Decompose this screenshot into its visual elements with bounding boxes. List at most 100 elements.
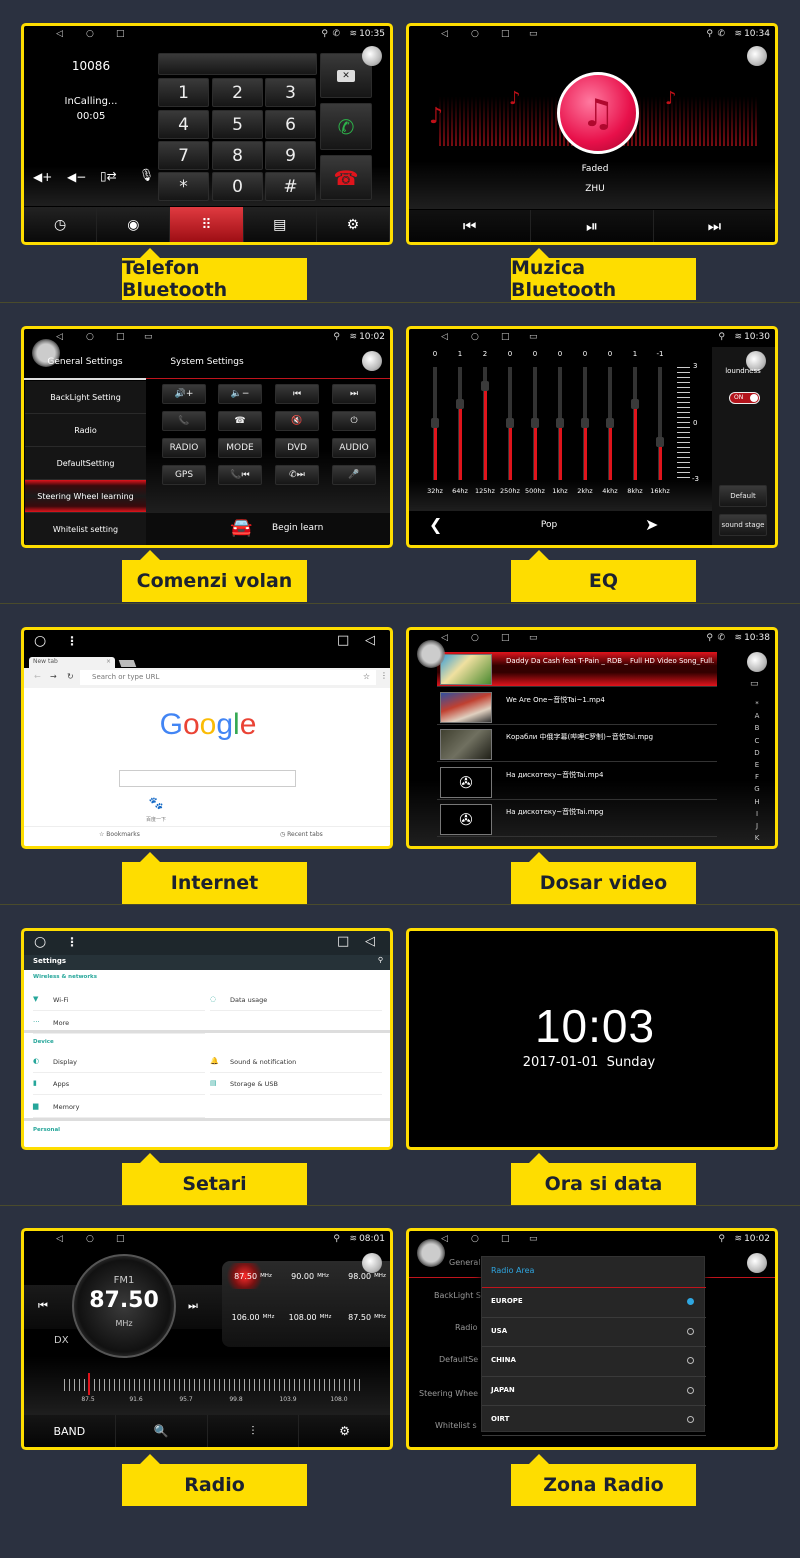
home-icon[interactable]: ○ — [86, 1234, 94, 1244]
phone-tab-call-log[interactable]: ▤ — [244, 207, 317, 242]
home-circle-icon[interactable]: ○ — [34, 633, 46, 649]
settings-item-storage-usb[interactable]: ▤ Storage & USB — [210, 1075, 382, 1095]
play-pause-button[interactable]: ⏯ — [530, 210, 654, 242]
radio-area-option[interactable]: EUROPE — [482, 1288, 706, 1318]
eq-slider-thumb[interactable] — [506, 418, 514, 429]
radio-area-option[interactable]: JAPAN — [482, 1377, 706, 1406]
new-tab-button[interactable] — [118, 660, 137, 667]
assistive-touch[interactable] — [747, 652, 767, 672]
radio-area-option[interactable]: CHINA — [482, 1347, 706, 1377]
steering-key-button[interactable]: ⏻ — [332, 411, 376, 431]
recents-icon[interactable]: □ — [116, 332, 125, 342]
settings-item-data-usage[interactable]: ◌ Data usage — [210, 991, 382, 1011]
radio-button[interactable] — [687, 1327, 694, 1335]
url-bar[interactable]: Search or type URL ☆ — [80, 670, 376, 685]
phone-switch-icon[interactable]: ▯⇄ — [100, 169, 117, 183]
phone-tab-contacts[interactable]: ◉ — [97, 207, 171, 242]
eq-slider-thumb[interactable] — [531, 418, 539, 429]
home-icon[interactable]: ○ — [471, 332, 479, 342]
video-list-item[interactable]: Daddy Da Cash feat T-Pain _ RDB _ Full H… — [437, 652, 717, 687]
menu-dots-icon[interactable]: ⋮ — [66, 935, 78, 949]
seek-forward-icon[interactable]: ⏭ — [188, 1299, 198, 1313]
tab-system-settings[interactable]: System Settings — [170, 357, 243, 367]
settings-menu-item[interactable]: BackLight Setting — [25, 381, 146, 414]
tuning-needle[interactable] — [88, 1373, 90, 1395]
recents-square-icon[interactable]: □ — [337, 934, 349, 949]
back-icon[interactable]: ◁ — [56, 29, 63, 39]
back-icon[interactable]: ◁ — [441, 29, 448, 39]
phone-tab-gear[interactable]: ⚙ — [317, 207, 390, 242]
call-button[interactable]: ✆ — [320, 103, 372, 150]
steering-key-button[interactable]: ⏭ — [332, 384, 376, 404]
keypad-key-button[interactable]: * — [158, 172, 209, 201]
home-icon[interactable]: ○ — [86, 332, 94, 342]
home-circle-icon[interactable]: ○ — [34, 934, 46, 950]
seek-back-icon[interactable]: ⏮ — [38, 1299, 48, 1313]
screenshot-icon[interactable]: ▭ — [529, 332, 538, 342]
settings-item-sound-notification[interactable]: 🔔 Sound & notification — [210, 1053, 382, 1073]
radio-button[interactable] — [687, 1357, 694, 1364]
alphabet-index-letter[interactable]: D — [754, 749, 759, 757]
keypad-key-button[interactable]: 4 — [158, 110, 209, 139]
radio-area-option[interactable]: USA — [482, 1318, 706, 1347]
default-button[interactable]: Default — [719, 485, 767, 507]
home-icon[interactable]: ○ — [471, 633, 479, 643]
previous-preset-arrow-icon[interactable]: ❮ — [429, 515, 442, 534]
home-icon[interactable]: ○ — [471, 1234, 479, 1244]
recents-icon[interactable]: □ — [116, 29, 125, 39]
equalizer-button[interactable]: ⫶ — [208, 1415, 300, 1447]
video-list-item[interactable]: Корабли 中俄字幕(哔哩C罗制)~音悦Tai.mpg — [437, 727, 717, 762]
back-triangle-icon[interactable]: ◁ — [365, 633, 375, 648]
steering-key-button[interactable]: RADIO — [162, 438, 206, 458]
alphabet-index-letter[interactable]: A — [755, 712, 760, 720]
steering-key-button[interactable]: 🔇 — [275, 411, 319, 431]
back-icon[interactable]: ◁ — [441, 633, 448, 643]
keypad-key-button[interactable]: 0 — [212, 172, 263, 201]
alphabet-index-letter[interactable]: J — [756, 822, 758, 830]
keypad-key-button[interactable]: 2 — [212, 78, 263, 107]
forward-arrow-icon[interactable]: → — [50, 672, 57, 681]
keypad-key-button[interactable]: 9 — [265, 141, 316, 170]
radio-preset-button[interactable]: 108.00 MHz — [282, 1304, 338, 1330]
overflow-menu-icon[interactable]: ⋮ — [380, 671, 388, 680]
settings-item-more[interactable]: ··· More — [33, 1014, 205, 1034]
settings-menu-item[interactable]: Whitelist setting — [25, 513, 146, 545]
screenshot-icon[interactable]: ▭ — [529, 633, 538, 643]
scan-button[interactable]: 🔍 — [116, 1415, 208, 1447]
close-tab-icon[interactable]: × — [106, 658, 111, 665]
eq-slider-thumb[interactable] — [606, 418, 614, 429]
steering-key-button[interactable]: 📞 — [162, 411, 206, 431]
hangup-button[interactable]: ☎ — [320, 155, 372, 200]
steering-key-button[interactable]: 🔈− — [218, 384, 262, 404]
radio-preset-button[interactable]: 106.00 MHz — [225, 1304, 281, 1330]
assistive-touch[interactable] — [747, 1253, 767, 1273]
assistive-touch[interactable] — [747, 46, 767, 66]
baidu-shortcut-label[interactable]: 百度一下 — [146, 816, 166, 823]
steering-key-button[interactable]: 🎤 — [332, 465, 376, 485]
steering-key-button[interactable]: 🔊+ — [162, 384, 206, 404]
radio-button[interactable] — [687, 1386, 694, 1394]
eq-slider-thumb[interactable] — [481, 380, 489, 391]
settings-item-memory[interactable]: ▆ Memory — [33, 1098, 205, 1118]
next-preset-arrow-icon[interactable]: ➤ — [645, 515, 658, 534]
assistive-touch[interactable] — [417, 640, 445, 668]
keypad-key-button[interactable]: 7 — [158, 141, 209, 170]
settings-menu-item[interactable]: Steering Wheel learning — [25, 480, 146, 513]
alphabet-index-letter[interactable]: B — [755, 724, 760, 732]
loudness-toggle[interactable]: ON — [729, 392, 760, 404]
radio-preset-button[interactable]: 87.50 MHz — [339, 1304, 390, 1330]
assistive-touch[interactable] — [362, 1253, 382, 1273]
settings-item-apps[interactable]: ▮ Apps — [33, 1075, 205, 1095]
volume-up-icon[interactable]: ◀+ — [33, 170, 52, 184]
video-list-item[interactable]: We Are One~音悦Tai~1.mp4 — [437, 690, 717, 725]
tuning-scale[interactable] — [64, 1379, 364, 1391]
home-icon[interactable]: ○ — [471, 29, 479, 39]
radio-preset-button[interactable]: 90.00 MHz — [282, 1263, 338, 1289]
eq-slider-thumb[interactable] — [656, 436, 664, 447]
video-list-item[interactable]: ✇ На дискотеку~音悦Tai.mpg — [437, 802, 717, 837]
mic-icon[interactable]: 🎙 — [139, 168, 154, 182]
search-box[interactable] — [119, 770, 296, 787]
sound-stage-button[interactable]: sound stage — [719, 514, 767, 536]
eq-slider-thumb[interactable] — [581, 418, 589, 429]
steering-key-button[interactable]: DVD — [275, 438, 319, 458]
